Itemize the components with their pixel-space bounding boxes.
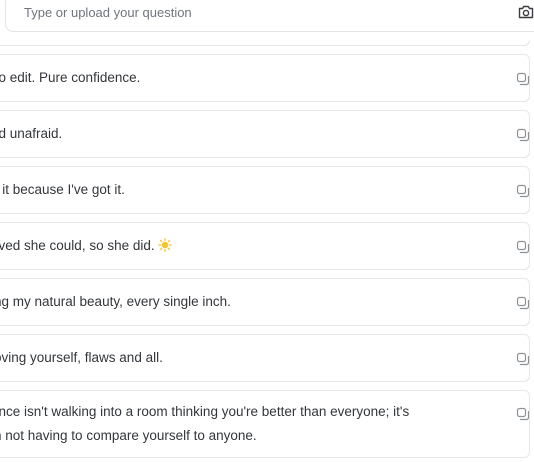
- caption-card: eved she could, so she did.: [0, 222, 530, 270]
- caption-text: no edit. Pure confidence.: [0, 70, 141, 85]
- copy-icon[interactable]: [515, 127, 531, 143]
- copy-icon[interactable]: [515, 406, 531, 422]
- caption-text-line: eved she could, so she did.: [0, 234, 485, 260]
- caption-text: ing my natural beauty, every single inch…: [0, 294, 231, 309]
- caption-card: no edit. Pure confidence.: [0, 54, 530, 102]
- caption-text: nd unafraid.: [0, 126, 63, 141]
- sun-emoji: [157, 238, 172, 255]
- previous-caption-card: [0, 40, 530, 46]
- caption-card: ance isn't walking into a room thinking …: [0, 390, 530, 458]
- caption-card: loving yourself, flaws and all.: [0, 334, 530, 382]
- copy-icon[interactable]: [515, 183, 531, 199]
- copy-icon[interactable]: [515, 295, 531, 311]
- caption-text: eved she could, so she did.: [0, 238, 155, 253]
- caption-text-line-2: in not having to compare yourself to any…: [0, 428, 257, 443]
- search-bar: [5, 0, 534, 32]
- copy-icon[interactable]: [515, 239, 531, 255]
- caption-card: nd unafraid.: [0, 110, 530, 158]
- caption-list-page: no edit. Pure confidence. nd unafraid. g…: [0, 0, 534, 462]
- caption-card: ing my natural beauty, every single inch…: [0, 278, 530, 326]
- caption-text-line-1: ance isn't walking into a room thinking …: [0, 404, 410, 419]
- camera-icon[interactable]: [515, 1, 534, 23]
- copy-icon[interactable]: [515, 71, 531, 87]
- caption-text: g it because I've got it.: [0, 182, 125, 197]
- caption-text: loving yourself, flaws and all.: [0, 350, 163, 365]
- copy-icon[interactable]: [515, 351, 531, 367]
- question-input[interactable]: [24, 5, 444, 20]
- caption-card: g it because I've got it.: [0, 166, 530, 214]
